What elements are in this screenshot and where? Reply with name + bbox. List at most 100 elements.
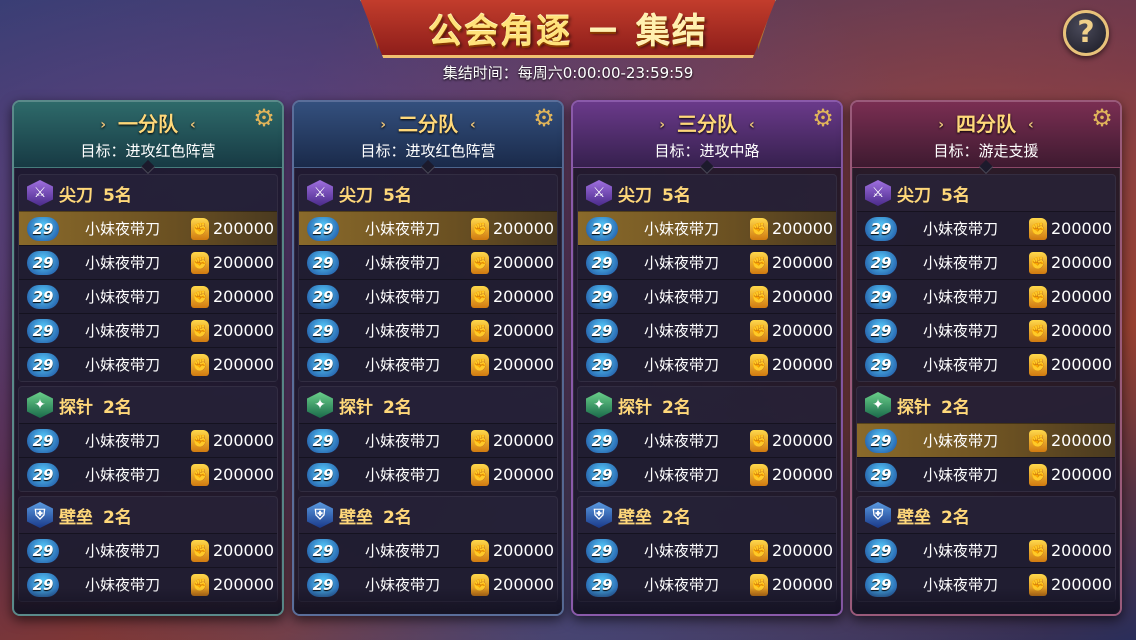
member-row[interactable]: 29 小妹夜带刀 ✊ 200000 (299, 245, 557, 279)
team-panel-body: ⚔ 尖刀 5名 29 小妹夜带刀 ✊ 200000 29 小妹夜带刀 ✊ 200000 29 小妹夜带刀… (852, 168, 1120, 602)
member-name: 小妹夜带刀 (365, 356, 441, 374)
role-name: 探针 (897, 397, 931, 418)
member-row[interactable]: 29 小妹夜带刀 ✊ 200000 (299, 313, 557, 347)
shield-icon: ⛨ (27, 502, 53, 528)
chevron-right-icon: › (938, 117, 944, 133)
member-row[interactable]: 29 小妹夜带刀 ✊ 200000 (299, 347, 557, 381)
member-row[interactable]: 29 小妹夜带刀 ✊ 200000 (19, 533, 277, 567)
member-row[interactable]: 29 小妹夜带刀 ✊ 200000 (299, 279, 557, 313)
role-group-header: ✦ 探针 2名 (19, 387, 277, 423)
team-name: › 三分队 ‹ (573, 108, 841, 137)
fist-icon: ✊ (471, 286, 489, 308)
member-row[interactable]: 29 小妹夜带刀 ✊ 200000 (578, 211, 836, 245)
role-count: 2名 (103, 397, 132, 418)
role-group: ✦ 探针 2名 29 小妹夜带刀 ✊ 200000 29 小妹夜带刀 ✊ 200000 (298, 386, 558, 492)
member-row[interactable]: 29 小妹夜带刀 ✊ 200000 (19, 347, 277, 381)
member-row[interactable]: 29 小妹夜带刀 ✊ 200000 (578, 457, 836, 491)
page-title: 公会角逐 － 集结 (358, 4, 778, 53)
title-separator: － (586, 12, 622, 52)
role-name: 壁垒 (59, 507, 93, 528)
member-name: 小妹夜带刀 (365, 576, 441, 594)
member-name: 小妹夜带刀 (644, 220, 720, 238)
member-row[interactable]: 29 小妹夜带刀 ✊ 200000 (578, 567, 836, 601)
member-power: 200000 (213, 219, 275, 238)
level-badge-icon: 29 (586, 250, 618, 275)
role-group: ⚔ 尖刀 5名 29 小妹夜带刀 ✊ 200000 29 小妹夜带刀 ✊ 200000 29 小妹夜带刀… (18, 174, 278, 382)
member-row[interactable]: 29 小妹夜带刀 ✊ 200000 (19, 211, 277, 245)
member-row[interactable]: 29 小妹夜带刀 ✊ 200000 (299, 211, 557, 245)
gear-icon[interactable]: ⚙ (1090, 106, 1114, 130)
role-name: 尖刀 (339, 185, 373, 206)
member-name: 小妹夜带刀 (644, 542, 720, 560)
member-row[interactable]: 29 小妹夜带刀 ✊ 200000 (299, 533, 557, 567)
role-name: 探针 (59, 397, 93, 418)
member-row[interactable]: 29 小妹夜带刀 ✊ 200000 (578, 347, 836, 381)
member-power: 200000 (1051, 321, 1113, 340)
team-panel-header: › 一分队 ‹ ⚙ 目标：进攻红色阵营 (14, 102, 282, 175)
member-power: 200000 (493, 321, 555, 340)
member-row[interactable]: 29 小妹夜带刀 ✊ 200000 (578, 245, 836, 279)
member-row[interactable]: 29 小妹夜带刀 ✊ 200000 (857, 423, 1115, 457)
level-badge-icon: 29 (27, 318, 59, 343)
level-badge-icon: 29 (586, 572, 618, 597)
member-row[interactable]: 29 小妹夜带刀 ✊ 200000 (857, 279, 1115, 313)
compass-icon: ✦ (865, 392, 891, 418)
team-name-label: 一分队 (118, 112, 178, 136)
team-panel-body: ⚔ 尖刀 5名 29 小妹夜带刀 ✊ 200000 29 小妹夜带刀 ✊ 200000 29 小妹夜带刀… (14, 168, 282, 602)
member-row[interactable]: 29 小妹夜带刀 ✊ 200000 (578, 279, 836, 313)
role-group-header: ⛨ 壁垒 2名 (19, 497, 277, 533)
member-name: 小妹夜带刀 (85, 254, 161, 272)
member-name: 小妹夜带刀 (85, 220, 161, 238)
member-name: 小妹夜带刀 (85, 356, 161, 374)
help-button[interactable]: ? (1063, 10, 1109, 56)
role-group: ⚔ 尖刀 5名 29 小妹夜带刀 ✊ 200000 29 小妹夜带刀 ✊ 200000 29 小妹夜带刀… (577, 174, 837, 382)
member-row[interactable]: 29 小妹夜带刀 ✊ 200000 (19, 313, 277, 347)
member-name: 小妹夜带刀 (365, 432, 441, 450)
fist-icon: ✊ (750, 286, 768, 308)
member-row[interactable]: 29 小妹夜带刀 ✊ 200000 (19, 245, 277, 279)
member-row[interactable]: 29 小妹夜带刀 ✊ 200000 (19, 457, 277, 491)
member-row[interactable]: 29 小妹夜带刀 ✊ 200000 (19, 567, 277, 601)
role-name: 尖刀 (897, 185, 931, 206)
member-power: 200000 (213, 253, 275, 272)
member-power: 200000 (772, 575, 834, 594)
member-row[interactable]: 29 小妹夜带刀 ✊ 200000 (19, 423, 277, 457)
member-power: 200000 (493, 465, 555, 484)
team-name-label: 四分队 (956, 112, 1016, 136)
level-badge-icon: 29 (586, 428, 618, 453)
member-row[interactable]: 29 小妹夜带刀 ✊ 200000 (857, 313, 1115, 347)
gear-icon[interactable]: ⚙ (811, 106, 835, 130)
member-row[interactable]: 29 小妹夜带刀 ✊ 200000 (857, 211, 1115, 245)
member-row[interactable]: 29 小妹夜带刀 ✊ 200000 (19, 279, 277, 313)
member-row[interactable]: 29 小妹夜带刀 ✊ 200000 (857, 533, 1115, 567)
member-name: 小妹夜带刀 (644, 356, 720, 374)
gear-icon[interactable]: ⚙ (252, 106, 276, 130)
chevron-right-icon: › (659, 117, 665, 133)
shield-icon: ⛨ (865, 502, 891, 528)
level-badge-icon: 29 (865, 284, 897, 309)
team-name-label: 三分队 (677, 112, 737, 136)
fist-icon: ✊ (471, 464, 489, 486)
team-name-label: 二分队 (398, 112, 458, 136)
member-name: 小妹夜带刀 (923, 576, 999, 594)
level-badge-icon: 29 (27, 572, 59, 597)
gear-icon[interactable]: ⚙ (532, 106, 556, 130)
team-panel-body: ⚔ 尖刀 5名 29 小妹夜带刀 ✊ 200000 29 小妹夜带刀 ✊ 200000 29 小妹夜带刀… (294, 168, 562, 602)
member-row[interactable]: 29 小妹夜带刀 ✊ 200000 (857, 457, 1115, 491)
role-group-header: ⛨ 壁垒 2名 (299, 497, 557, 533)
fist-icon: ✊ (1029, 430, 1047, 452)
member-row[interactable]: 29 小妹夜带刀 ✊ 200000 (299, 457, 557, 491)
member-row[interactable]: 29 小妹夜带刀 ✊ 200000 (857, 245, 1115, 279)
member-row[interactable]: 29 小妹夜带刀 ✊ 200000 (857, 567, 1115, 601)
fist-icon: ✊ (191, 540, 209, 562)
crossed-swords-icon: ⚔ (586, 180, 612, 206)
member-row[interactable]: 29 小妹夜带刀 ✊ 200000 (578, 533, 836, 567)
member-row[interactable]: 29 小妹夜带刀 ✊ 200000 (578, 423, 836, 457)
role-group-header: ⛨ 壁垒 2名 (578, 497, 836, 533)
member-row[interactable]: 29 小妹夜带刀 ✊ 200000 (578, 313, 836, 347)
member-power: 200000 (772, 219, 834, 238)
member-row[interactable]: 29 小妹夜带刀 ✊ 200000 (299, 567, 557, 601)
member-row[interactable]: 29 小妹夜带刀 ✊ 200000 (857, 347, 1115, 381)
member-power: 200000 (493, 575, 555, 594)
member-row[interactable]: 29 小妹夜带刀 ✊ 200000 (299, 423, 557, 457)
